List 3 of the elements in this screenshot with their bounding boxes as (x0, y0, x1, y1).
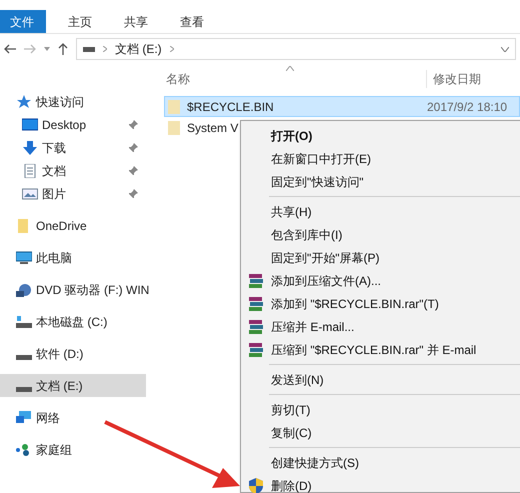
modified-date: 2017/9/2 18:10 (427, 98, 508, 116)
file-name: System V (187, 120, 238, 136)
file-name: $RECYCLE.BIN (187, 98, 274, 116)
